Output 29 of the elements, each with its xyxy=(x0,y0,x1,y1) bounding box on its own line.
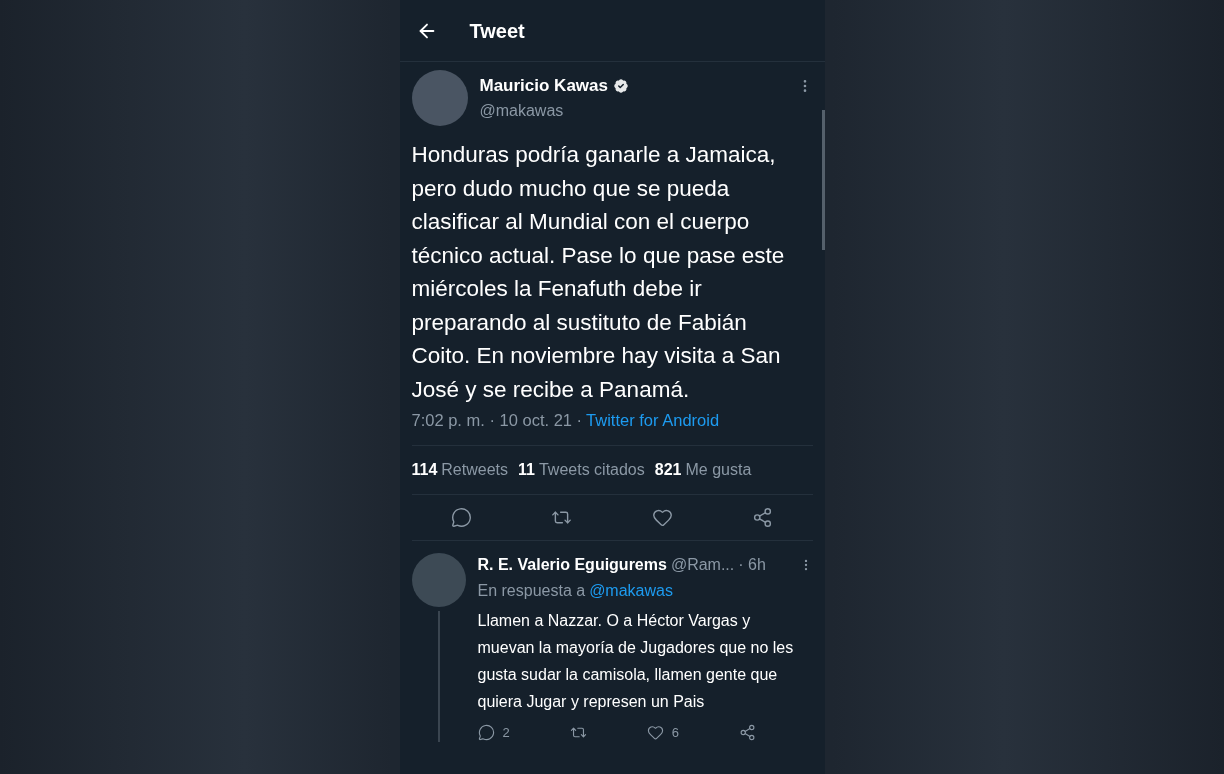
stat-label: Me gusta xyxy=(685,459,752,480)
author-handle: @makawas xyxy=(479,100,565,121)
stat-count: 11 xyxy=(518,459,535,480)
reply-icon xyxy=(477,724,495,741)
heart-icon xyxy=(646,724,664,741)
stat-count: 114 xyxy=(411,459,438,480)
stat-count: 821 xyxy=(654,459,682,480)
source-link[interactable]: Twitter for Android xyxy=(586,408,720,433)
share-button[interactable] xyxy=(738,722,756,743)
reply-icon xyxy=(451,506,473,528)
share-button[interactable] xyxy=(751,506,773,528)
tweet-time: 7:02 p. m. · 10 oct. 21 · xyxy=(411,410,583,431)
scrollbar-icon xyxy=(821,110,825,250)
page-title: Tweet xyxy=(469,18,525,44)
share-icon xyxy=(738,724,756,741)
reply-button[interactable]: 2 xyxy=(477,722,510,743)
tweet-text: Honduras podría ganarle a Jamaica, pero dudo mucho que se pueda clasificar al Mundial con el cuerpo técnico actual. Pase lo que pase este miércoles la Fenafuth debe ir preparando al sustituto de Fabián Coito. En noviembre hay visita a San José y se recibe a Panamá. xyxy=(411,141,786,404)
stat-label: Tweets citados xyxy=(538,459,645,480)
author-handle: @Ram... xyxy=(670,554,735,575)
author-name: Mauricio Kawas xyxy=(479,75,608,98)
author-name: R. E. Valerio Eguigurems xyxy=(477,554,667,575)
stat-label: Retweets xyxy=(441,459,508,480)
reply-time: · 6h xyxy=(738,554,766,575)
like-button[interactable]: 6 xyxy=(646,722,679,743)
reply-context: En respuesta a xyxy=(477,580,586,601)
share-icon xyxy=(751,506,773,528)
mention-link[interactable]: @makawas xyxy=(589,578,673,603)
reply-text: Llamen a Nazzar. O a Héctor Vargas y muevan la mayoría de Jugadores que no les gusta sudar la camisola, llamen gente que quiera Jugar y represen un Pais xyxy=(477,610,795,712)
reply-button[interactable] xyxy=(451,506,473,528)
